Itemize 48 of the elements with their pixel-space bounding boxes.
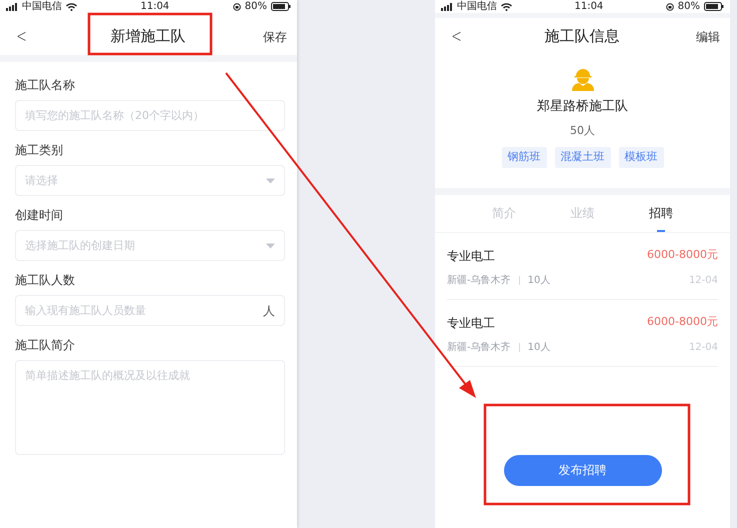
job-title: 专业电工 bbox=[447, 248, 495, 264]
header-action-link[interactable]: 保存 bbox=[263, 28, 287, 46]
salary: 6000-8000元 bbox=[647, 314, 718, 330]
field-label: 施工类别 bbox=[15, 142, 64, 159]
team-tag: 钢筋班 bbox=[502, 147, 546, 168]
member-count: 50人 bbox=[570, 122, 595, 138]
publish-button[interactable]: 发布招聘 bbox=[504, 454, 662, 486]
battery-percent: 80% bbox=[678, 0, 700, 14]
wifi-icon bbox=[501, 2, 512, 10]
battery-icon bbox=[704, 2, 724, 11]
select-field[interactable]: 请选择 bbox=[15, 165, 285, 196]
signal-icon bbox=[6, 2, 18, 10]
carrier-name: 中国电信 bbox=[22, 0, 62, 14]
textarea-field[interactable]: 简单描述施工队的概况及以往成就 bbox=[15, 360, 285, 455]
dropdown-caret-icon bbox=[266, 178, 275, 183]
battery-icon bbox=[271, 2, 291, 11]
job-location: 新疆-乌鲁木齐 bbox=[447, 274, 511, 288]
lock-rotation-icon bbox=[666, 2, 674, 10]
page-title: 施工队信息 bbox=[544, 26, 620, 48]
back-button[interactable]: < bbox=[13, 28, 30, 46]
page-title: 新增施工队 bbox=[110, 26, 186, 48]
select-field[interactable]: 选择施工队的创建日期 bbox=[15, 230, 285, 261]
header-action-link[interactable]: 编辑 bbox=[696, 28, 720, 46]
unit-label: 人 bbox=[263, 302, 275, 320]
team-name: 郑星路桥施工队 bbox=[537, 98, 628, 116]
wifi-icon bbox=[66, 2, 77, 10]
input-field[interactable]: 填写您的施工队名称（20个字以内） bbox=[15, 100, 285, 131]
field-label: 施工队名称 bbox=[15, 77, 76, 94]
status-time: 11:04 bbox=[140, 1, 170, 12]
battery-percent: 80% bbox=[244, 0, 267, 14]
job-location: 新疆-乌鲁木齐 bbox=[447, 340, 511, 354]
field-label: 施工队简介 bbox=[15, 337, 76, 354]
carrier-name: 中国电信 bbox=[457, 0, 497, 14]
headcount: 10人 bbox=[528, 340, 550, 354]
headcount: 10人 bbox=[528, 274, 550, 288]
tab[interactable]: 招聘 bbox=[640, 202, 681, 232]
status-time: 11:04 bbox=[574, 1, 604, 12]
back-button[interactable]: < bbox=[448, 28, 465, 46]
team-tag: 模板班 bbox=[618, 147, 664, 168]
field-label: 施工队人数 bbox=[15, 272, 76, 289]
salary: 6000-8000元 bbox=[647, 247, 718, 264]
dropdown-caret-icon bbox=[266, 243, 275, 248]
lock-rotation-icon bbox=[232, 2, 241, 10]
field-label: 创建时间 bbox=[15, 207, 64, 224]
signal-icon bbox=[441, 2, 453, 10]
worker-avatar-icon bbox=[572, 67, 594, 91]
team-tag: 混凝土班 bbox=[554, 147, 610, 168]
job-title: 专业电工 bbox=[447, 314, 495, 332]
